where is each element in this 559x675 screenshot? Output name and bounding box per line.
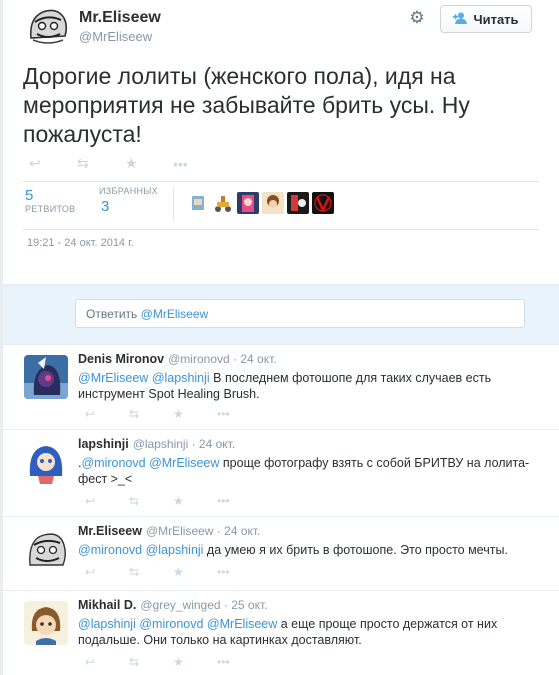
more-icon[interactable]: ••• [217,494,261,508]
avatar[interactable] [24,527,68,571]
reply-author-name[interactable]: Denis Mironov [78,352,164,366]
divider [23,181,539,182]
retweet-icon[interactable]: ⇆ [129,407,173,421]
divider [23,229,539,230]
reply-icon[interactable]: ↩ [85,565,129,579]
mention-link[interactable]: @MrEliseew [207,617,277,631]
reply-time[interactable]: 24 окт. [199,437,235,451]
reply-body: проще фотографу взять с собой БРИТВУ на … [78,456,530,486]
reply-author-name[interactable]: Mr.Eliseew [78,524,142,538]
tweet-text: Дорогие лолиты (женского пола), идя на м… [23,63,470,147]
reply-icon[interactable]: ↩ [85,407,129,421]
gear-icon[interactable]: ⚙ [408,9,426,27]
star-icon[interactable]: ★ [173,655,217,669]
mention-link[interactable]: @lapshinji [152,371,210,385]
reply-icon[interactable]: ↩ [29,155,77,172]
retweet-icon[interactable]: ⇆ [77,155,125,172]
reply-actions: ↩ ⇆ ★ ••• [85,494,261,508]
reply-icon[interactable]: ↩ [85,494,129,508]
reply-area: Ответить @MrEliseew [3,286,559,344]
mention-link[interactable]: @MrEliseew [149,456,219,470]
tweet-actions: ↩ ⇆ ★ ••• [29,155,221,172]
follow-button[interactable]: Читать [440,5,532,33]
mention-link[interactable]: @MrEliseew [78,371,148,385]
star-icon[interactable]: ★ [125,155,173,172]
list-item[interactable]: Mikhail D. @grey_winged · 25 окт. @lapshi… [3,591,559,675]
mention-link[interactable]: @mironovd [78,543,142,557]
retweets-label: РЕТВИТОВ [25,204,76,214]
reply-header: Mikhail D. @grey_winged · 25 окт. [78,598,268,612]
more-icon[interactable]: ••• [217,407,261,421]
reply-actions: ↩ ⇆ ★ ••• [85,655,261,669]
reply-time[interactable]: 24 окт. [224,524,260,538]
follow-label: Читать [473,11,519,27]
reply-author-handle[interactable]: @grey_winged [140,598,220,612]
reply-header: Mr.Eliseew @MrEliseew · 24 окт. [78,524,261,538]
mention-link[interactable]: @mironovd [139,617,203,631]
tweet-stats: 5 РЕТВИТОВ ИЗБРАННЫХ 3 [23,183,539,229]
reply-author-name[interactable]: lapshinji [78,437,129,451]
mention-link[interactable]: @lapshinji [78,617,136,631]
avatar[interactable] [24,355,68,399]
avatar[interactable] [237,192,259,214]
avatar[interactable] [312,192,334,214]
reply-header: lapshinji @lapshinji · 24 окт. [78,437,236,451]
favorites-label: ИЗБРАННЫХ [99,186,158,196]
tweet-timestamp[interactable]: 19:21 - 24 окт. 2014 г. [27,237,134,249]
list-item[interactable]: Mr.Eliseew @MrEliseew · 24 окт. @mironovd… [3,517,559,590]
retweet-icon[interactable]: ⇆ [129,494,173,508]
reply-author-handle[interactable]: @lapshinji [133,437,189,451]
retweet-icon[interactable]: ⇆ [129,565,173,579]
favorites-count: 3 [101,198,110,215]
reply-actions: ↩ ⇆ ★ ••• [85,407,261,421]
reply-text: @lapshinji @mironovd @MrEliseew а еще пр… [78,616,538,648]
more-icon[interactable]: ••• [217,655,261,669]
reply-text: @mironovd @lapshinji да умею я их брить … [78,542,538,558]
star-icon[interactable]: ★ [173,494,217,508]
avatar[interactable] [212,192,234,214]
more-icon[interactable]: ••• [217,565,261,579]
mention-link[interactable]: @mironovd [81,456,145,470]
divider [173,187,174,221]
retweet-icon[interactable]: ⇆ [129,655,173,669]
star-icon[interactable]: ★ [173,565,217,579]
reply-text: @MrEliseew @lapshinji В последнем фотошо… [78,370,538,402]
author-handle[interactable]: @MrEliseew [79,29,152,44]
author-name[interactable]: Mr.Eliseew [79,9,161,27]
avatar[interactable] [187,192,209,214]
favorites-stat[interactable]: ИЗБРАННЫХ 3 [99,186,158,215]
favoriter-avatars [187,192,334,214]
main-tweet: Mr.Eliseew @MrEliseew ⚙ Читать Дорогие л… [3,0,559,284]
reply-time[interactable]: 24 окт. [240,352,276,366]
mention-link[interactable]: @lapshinji [146,543,204,557]
reply-actions: ↩ ⇆ ★ ••• [85,565,261,579]
reply-text: .@mironovd @MrEliseew проще фотографу вз… [78,455,538,487]
star-icon[interactable]: ★ [173,407,217,421]
reply-author-name[interactable]: Mikhail D. [78,598,136,612]
add-user-icon [453,12,468,27]
more-icon[interactable]: ••• [173,156,221,172]
reply-time[interactable]: 25 окт. [231,598,267,612]
reply-mention: @MrEliseew [140,307,209,321]
reply-author-handle[interactable]: @mironovd [168,352,230,366]
retweets-stat[interactable]: 5 РЕТВИТОВ [25,187,75,214]
avatar[interactable] [24,601,68,645]
list-item[interactable]: lapshinji @lapshinji · 24 окт. .@mironovd… [3,430,559,516]
avatar[interactable] [287,192,309,214]
reply-prefix: Ответить [86,307,141,321]
retweets-count: 5 [25,187,34,204]
reply-body: да умею я их брить в фотошопе. Это прост… [203,543,508,557]
reply-author-handle[interactable]: @MrEliseew [146,524,214,538]
reply-icon[interactable]: ↩ [85,655,129,669]
avatar[interactable] [24,440,68,484]
avatar[interactable] [262,192,284,214]
author-avatar[interactable] [23,4,72,44]
reply-input[interactable]: Ответить @MrEliseew [75,299,525,328]
list-item[interactable]: Denis Mironov @mironovd · 24 окт. @MrElis… [3,345,559,429]
reply-header: Denis Mironov @mironovd · 24 окт. [78,352,277,366]
